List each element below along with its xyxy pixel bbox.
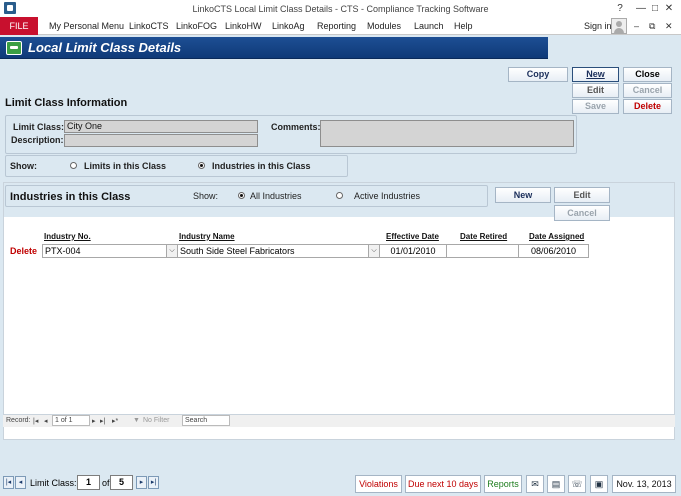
new-button[interactable]: New bbox=[572, 67, 619, 82]
record-position-field[interactable]: 1 of 1 bbox=[52, 415, 90, 426]
column-header-industry-no: Industry No. bbox=[44, 232, 91, 241]
total-records-field: 5 bbox=[110, 475, 133, 490]
menu-my-personal-menu[interactable]: My Personal Menu bbox=[49, 21, 124, 31]
window-title: LinkoCTS Local Limit Class Details - CTS… bbox=[192, 4, 489, 14]
description-label: Description: bbox=[11, 135, 64, 145]
chevron-down-icon[interactable]: ⌵ bbox=[166, 245, 177, 257]
subform-new-button[interactable]: New bbox=[495, 187, 551, 203]
industries-radio[interactable] bbox=[198, 162, 205, 169]
close-button[interactable]: Close bbox=[623, 67, 672, 82]
industry-no-value: PTX-004 bbox=[45, 246, 81, 256]
menu-linkoag[interactable]: LinkoAg bbox=[272, 21, 305, 31]
email-icon[interactable]: ✉ bbox=[526, 475, 544, 493]
industries-option-label[interactable]: Industries in this Class bbox=[212, 161, 311, 171]
help-icon[interactable]: ? bbox=[613, 2, 627, 15]
due-next-10-days-button[interactable]: Due next 10 days bbox=[405, 475, 481, 493]
effective-date-cell[interactable]: 01/01/2010 bbox=[379, 244, 447, 258]
last-record-icon[interactable]: ▸| bbox=[100, 417, 105, 425]
camera-icon[interactable]: ▣ bbox=[590, 475, 608, 493]
menu-linkocts[interactable]: LinkoCTS bbox=[129, 21, 169, 31]
doc-minimize-icon[interactable]: – bbox=[634, 21, 639, 31]
phone-icon[interactable]: ☏ bbox=[568, 475, 586, 493]
close-window-icon[interactable]: ✕ bbox=[662, 2, 676, 15]
menu-linkohw[interactable]: LinkoHW bbox=[225, 21, 262, 31]
document-icon[interactable]: ▤ bbox=[547, 475, 565, 493]
window-title-bar: LinkoCTS Local Limit Class Details - CTS… bbox=[0, 0, 681, 17]
minimize-icon[interactable]: — bbox=[634, 2, 648, 15]
new-record-icon[interactable]: ▸* bbox=[112, 417, 118, 425]
active-industries-radio[interactable] bbox=[336, 192, 343, 199]
first-record-icon[interactable]: |◂ bbox=[33, 417, 38, 425]
limits-option-label[interactable]: Limits in this Class bbox=[84, 161, 166, 171]
form-logo-icon bbox=[6, 41, 22, 55]
copy-button[interactable]: Copy bbox=[508, 67, 568, 82]
first-class-icon[interactable]: |◂ bbox=[3, 476, 14, 489]
column-header-date-assigned: Date Assigned bbox=[529, 232, 585, 241]
all-industries-label[interactable]: All Industries bbox=[250, 191, 302, 201]
file-tab[interactable]: FILE bbox=[0, 17, 38, 35]
record-navigator: Record: |◂ ◂ 1 of 1 ▸ ▸| ▸* ▼ No Filter … bbox=[3, 414, 675, 427]
all-industries-radio[interactable] bbox=[238, 192, 245, 199]
menu-reporting[interactable]: Reporting bbox=[317, 21, 356, 31]
no-filter-label[interactable]: No Filter bbox=[143, 417, 169, 424]
user-avatar-icon[interactable] bbox=[611, 18, 627, 34]
doc-close-icon[interactable]: ✕ bbox=[665, 21, 673, 32]
form-header: Local Limit Class Details bbox=[0, 37, 548, 59]
column-header-effective-date: Effective Date bbox=[386, 232, 439, 241]
next-record-icon[interactable]: ▸ bbox=[92, 417, 96, 425]
description-field[interactable] bbox=[64, 134, 258, 147]
bottom-status-bar: |◂ ◂ Limit Class: 1 of 5 ▸ ▸| Violations… bbox=[0, 470, 681, 496]
ribbon-menu-bar: FILE My Personal Menu LinkoCTS LinkoFOG … bbox=[0, 17, 681, 35]
filter-icon: ▼ bbox=[133, 417, 140, 424]
column-header-industry-name: Industry Name bbox=[179, 232, 235, 241]
reports-button[interactable]: Reports bbox=[484, 475, 522, 493]
current-date: Nov. 13, 2013 bbox=[612, 475, 676, 493]
form-title: Local Limit Class Details bbox=[28, 40, 182, 55]
subform-title: Industries in this Class bbox=[10, 191, 131, 203]
limit-class-nav-label: Limit Class: bbox=[30, 478, 77, 488]
search-input[interactable]: Search bbox=[182, 415, 230, 426]
edit-button[interactable]: Edit bbox=[572, 83, 619, 98]
last-class-icon[interactable]: ▸| bbox=[148, 476, 159, 489]
active-industries-label[interactable]: Active Industries bbox=[354, 191, 420, 201]
doc-restore-icon[interactable]: ⧉ bbox=[649, 21, 655, 32]
limits-radio[interactable] bbox=[70, 162, 77, 169]
record-label: Record: bbox=[6, 417, 31, 424]
restore-icon[interactable]: □ bbox=[648, 2, 662, 15]
sign-in-link[interactable]: Sign in bbox=[584, 21, 612, 31]
chevron-down-icon[interactable]: ⌵ bbox=[368, 245, 379, 257]
limit-class-form: Local Limit Class Details Copy New Close… bbox=[0, 35, 681, 470]
save-button[interactable]: Save bbox=[572, 99, 619, 114]
of-label: of bbox=[102, 478, 110, 488]
industry-name-value: South Side Steel Fabricators bbox=[180, 246, 295, 256]
prev-class-icon[interactable]: ◂ bbox=[15, 476, 26, 489]
show-label: Show: bbox=[10, 161, 37, 171]
limit-class-field[interactable]: City One bbox=[64, 120, 258, 133]
cancel-button[interactable]: Cancel bbox=[623, 83, 672, 98]
comments-label: Comments: bbox=[271, 122, 321, 132]
row-delete-link[interactable]: Delete bbox=[10, 246, 37, 256]
industry-name-combo[interactable]: South Side Steel Fabricators ⌵ bbox=[177, 244, 380, 258]
menu-launch[interactable]: Launch bbox=[414, 21, 444, 31]
menu-help[interactable]: Help bbox=[454, 21, 473, 31]
date-retired-cell[interactable] bbox=[446, 244, 519, 258]
next-class-icon[interactable]: ▸ bbox=[136, 476, 147, 489]
comments-field[interactable] bbox=[320, 120, 574, 147]
menu-modules[interactable]: Modules bbox=[367, 21, 401, 31]
delete-button[interactable]: Delete bbox=[623, 99, 672, 114]
subform-cancel-button[interactable]: Cancel bbox=[554, 205, 610, 221]
industries-subform: Industries in this Class Show: All Indus… bbox=[3, 182, 675, 440]
limit-class-label: Limit Class: bbox=[13, 122, 65, 132]
prev-record-icon[interactable]: ◂ bbox=[44, 417, 48, 425]
section-title: Limit Class Information bbox=[5, 97, 128, 109]
column-header-date-retired: Date Retired bbox=[460, 232, 508, 241]
current-record-field[interactable]: 1 bbox=[77, 475, 100, 490]
date-assigned-cell[interactable]: 08/06/2010 bbox=[518, 244, 589, 258]
subform-show-label: Show: bbox=[193, 191, 219, 201]
violations-button[interactable]: Violations bbox=[355, 475, 402, 493]
industry-no-combo[interactable]: PTX-004 ⌵ bbox=[42, 244, 178, 258]
subform-edit-button[interactable]: Edit bbox=[554, 187, 610, 203]
menu-linkofog[interactable]: LinkoFOG bbox=[176, 21, 217, 31]
